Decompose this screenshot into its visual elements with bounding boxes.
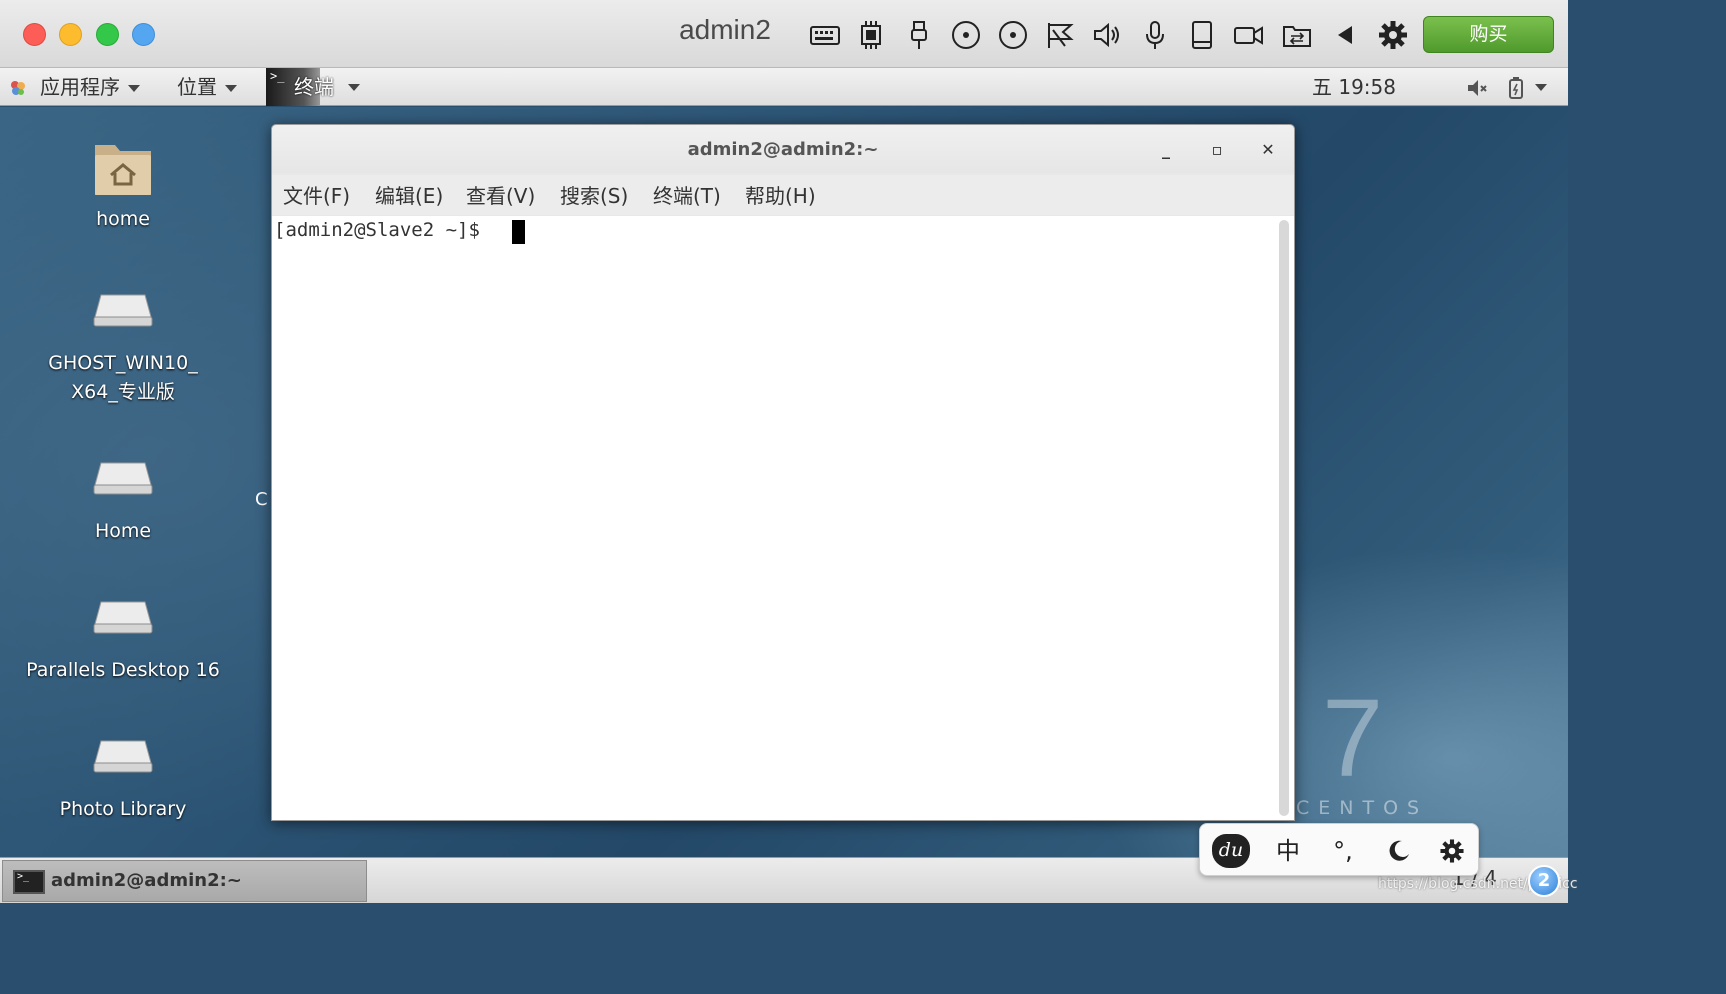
desktop-item-label-line1: GHOST_WIN10_ (48, 352, 198, 374)
centos-wordmark: CENTOS (1296, 797, 1429, 819)
usb-icon[interactable] (902, 18, 936, 52)
coherence-button[interactable] (132, 23, 155, 46)
terminal-titlebar[interactable]: admin2@admin2:~ _ ▫ ✕ (272, 125, 1294, 173)
host-toolbar: admin2 购买 (0, 0, 1568, 68)
close-button[interactable]: ✕ (1257, 139, 1279, 161)
menu-help[interactable]: 帮助(H) (745, 183, 816, 209)
maximize-button[interactable]: ▫ (1206, 139, 1228, 161)
desktop-item-ghost-win10[interactable]: GHOST_WIN10_ X64_专业版 (18, 289, 228, 407)
terminal-launcher[interactable]: >_ 终端 (266, 68, 368, 106)
buy-button[interactable]: 购买 (1423, 16, 1554, 53)
du-bear-icon[interactable]: du (1212, 834, 1250, 868)
vm-title: admin2 (679, 14, 771, 45)
microphone-icon[interactable] (1138, 18, 1172, 52)
shell-prompt: [admin2@Slave2 ~]$ (274, 219, 492, 241)
camera-icon[interactable] (1232, 18, 1266, 52)
notification-badge[interactable]: 2 (1528, 865, 1560, 897)
applications-menu-label: 应用程序 (40, 75, 120, 99)
desktop-item-label: home (96, 208, 150, 230)
drive-icon (93, 294, 153, 327)
terminal-menubar: 文件(F) 编辑(E) 查看(V) 搜索(S) 终端(T) 帮助(H) (272, 175, 1294, 215)
drive-icon (93, 601, 153, 634)
applications-menu[interactable]: 应用程序 (40, 74, 140, 100)
window-minimize-button[interactable] (59, 23, 82, 46)
places-menu-label: 位置 (177, 75, 217, 99)
applications-icon (11, 81, 25, 95)
taskbar-item-label: admin2@admin2:~ (51, 870, 242, 891)
desktop-item-parallels-desktop[interactable]: Parallels Desktop 16 (18, 596, 228, 685)
gear-icon[interactable] (1376, 18, 1410, 52)
chevron-down-icon (225, 85, 237, 92)
minimize-button[interactable]: _ (1155, 139, 1177, 161)
system-menu-chevron-icon[interactable] (1535, 84, 1547, 91)
volume-muted-icon[interactable] (1465, 76, 1489, 100)
punctuation-icon[interactable]: °, (1325, 833, 1361, 869)
menu-view[interactable]: 查看(V) (466, 183, 535, 209)
drive-icon (93, 740, 153, 773)
home-folder-icon (95, 145, 151, 195)
cd2-icon[interactable] (996, 18, 1030, 52)
ime-toolbar: du 中 °, (1199, 823, 1479, 876)
desktop-item-label: Home (94, 520, 152, 542)
window-close-button[interactable] (23, 23, 46, 46)
places-menu[interactable]: 位置 (177, 74, 237, 100)
disk-icon[interactable] (1185, 18, 1219, 52)
cd-icon[interactable] (949, 18, 983, 52)
desktop-item-label: Parallels Desktop 16 (26, 659, 220, 681)
gear-icon[interactable] (1434, 833, 1470, 869)
battery-icon[interactable] (1504, 76, 1528, 100)
speaker-icon[interactable] (1090, 18, 1124, 52)
cpu-icon[interactable] (854, 18, 888, 52)
desktop-item-home-drive[interactable]: Home (18, 457, 228, 546)
terminal-icon: >_ (13, 870, 45, 894)
chinese-mode-icon[interactable]: 中 (1270, 833, 1306, 869)
centos-version-number: 7 (1322, 677, 1384, 800)
network-icon[interactable] (1043, 18, 1077, 52)
menu-file[interactable]: 文件(F) (283, 183, 350, 209)
back-arrow-icon[interactable] (1328, 18, 1362, 52)
taskbar-item-terminal[interactable]: >_ admin2@admin2:~ (2, 860, 367, 902)
desktop-item-photo-library[interactable]: Photo Library (18, 735, 228, 824)
moon-icon[interactable] (1380, 833, 1416, 869)
terminal-scrollbar[interactable] (1279, 220, 1289, 816)
terminal-output-area[interactable]: [admin2@Slave2 ~]$ (272, 216, 1294, 820)
gnome-top-panel: 应用程序 位置 >_ 终端 五 19:58 (0, 68, 1568, 106)
chevron-down-icon (128, 85, 140, 92)
desktop-item-label-line2: X64_专业版 (71, 381, 175, 403)
terminal-launcher-label: 终端 (294, 75, 334, 99)
menu-edit[interactable]: 编辑(E) (375, 183, 443, 209)
window-zoom-button[interactable] (96, 23, 119, 46)
menu-search[interactable]: 搜索(S) (560, 183, 628, 209)
terminal-title: admin2@admin2:~ (687, 139, 879, 160)
chevron-down-icon (348, 84, 360, 91)
stray-text: C (255, 489, 268, 510)
text-cursor (512, 220, 525, 244)
menu-terminal[interactable]: 终端(T) (653, 183, 721, 209)
clock[interactable]: 五 19:58 (1312, 74, 1396, 100)
keyboard-icon[interactable] (808, 18, 842, 52)
desktop-item-home-folder[interactable]: home (18, 137, 228, 234)
terminal-window[interactable]: admin2@admin2:~ _ ▫ ✕ 文件(F) 编辑(E) 查看(V) … (271, 124, 1295, 821)
drive-icon (93, 462, 153, 495)
desktop-item-label: Photo Library (59, 798, 187, 820)
share-icon[interactable] (1280, 18, 1314, 52)
